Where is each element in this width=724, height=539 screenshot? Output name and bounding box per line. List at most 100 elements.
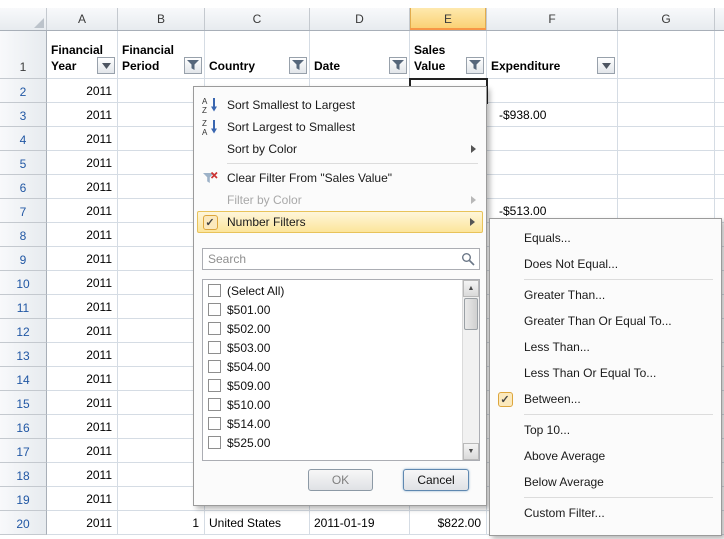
checkbox[interactable] [208, 360, 221, 373]
cell-A2[interactable]: 2011 [47, 79, 118, 103]
cell-A18[interactable]: 2011 [47, 463, 118, 487]
cell-B7[interactable] [118, 199, 205, 223]
row-header-17[interactable]: 17 [0, 439, 47, 463]
submenu-item-below-average[interactable]: Below Average [490, 469, 721, 495]
cell-G5[interactable] [618, 151, 715, 175]
submenu-item-does-not-equal[interactable]: Does Not Equal... [490, 251, 721, 277]
submenu-item-top-10[interactable]: Top 10... [490, 417, 721, 443]
header-cell-D[interactable]: Date [310, 31, 410, 79]
submenu-item-less-than[interactable]: Less Than... [490, 334, 721, 360]
submenu-item-above-average[interactable]: Above Average [490, 443, 721, 469]
header-cell-C[interactable]: Country [205, 31, 310, 79]
row-header-16[interactable]: 16 [0, 415, 47, 439]
cell-B12[interactable] [118, 319, 205, 343]
menu-item-filter-by-color[interactable]: Filter by Color [197, 189, 483, 211]
cell-A16[interactable]: 2011 [47, 415, 118, 439]
cell-B8[interactable] [118, 223, 205, 247]
row-header-15[interactable]: 15 [0, 391, 47, 415]
cell-A11[interactable]: 2011 [47, 295, 118, 319]
filter-list-item-514-00[interactable]: $514.00 [203, 414, 462, 433]
header-cell-A[interactable]: FinancialYear [47, 31, 118, 79]
cell-B19[interactable] [118, 487, 205, 511]
row-header-3[interactable]: 3 [0, 103, 47, 127]
checkbox[interactable] [208, 284, 221, 297]
filter-list-item-501-00[interactable]: $501.00 [203, 300, 462, 319]
checkbox[interactable] [208, 417, 221, 430]
column-header-D[interactable]: D [310, 8, 410, 30]
filter-dropdown-button[interactable] [597, 57, 615, 74]
cell-A17[interactable]: 2011 [47, 439, 118, 463]
filter-list-item-504-00[interactable]: $504.00 [203, 357, 462, 376]
cell-A6[interactable]: 2011 [47, 175, 118, 199]
cell-G2[interactable] [618, 79, 715, 103]
filter-list-item-525-00[interactable]: $525.00 [203, 433, 462, 452]
cell-A4[interactable]: 2011 [47, 127, 118, 151]
submenu-item-equals[interactable]: Equals... [490, 225, 721, 251]
column-header-B[interactable]: B [118, 8, 205, 30]
cell-A5[interactable]: 2011 [47, 151, 118, 175]
checkbox[interactable] [208, 379, 221, 392]
cell-A14[interactable]: 2011 [47, 367, 118, 391]
cell-D20[interactable]: 2011-01-19 [310, 511, 410, 535]
cell-B4[interactable] [118, 127, 205, 151]
cell-B2[interactable] [118, 79, 205, 103]
filter-funnel-button[interactable] [466, 57, 484, 74]
cell-C20[interactable]: United States [205, 511, 310, 535]
row-header-5[interactable]: 5 [0, 151, 47, 175]
scrollbar[interactable]: ▲ ▼ [462, 280, 479, 460]
row-header-19[interactable]: 19 [0, 487, 47, 511]
menu-item-sort-largest-to-smallest[interactable]: ZASort Largest to Smallest [197, 116, 483, 138]
row-header-6[interactable]: 6 [0, 175, 47, 199]
cell-F6[interactable] [487, 175, 618, 199]
row-header-2[interactable]: 2 [0, 79, 47, 103]
cell-F2[interactable] [487, 79, 618, 103]
cell-G3[interactable] [618, 103, 715, 127]
row-header-13[interactable]: 13 [0, 343, 47, 367]
cell-B17[interactable] [118, 439, 205, 463]
column-header-F[interactable]: F [487, 8, 618, 30]
submenu-item-between[interactable]: ✓Between... [490, 386, 721, 412]
column-header-G[interactable]: G [618, 8, 715, 30]
cell-A12[interactable]: 2011 [47, 319, 118, 343]
cell-A9[interactable]: 2011 [47, 247, 118, 271]
filter-funnel-button[interactable] [389, 57, 407, 74]
cell-B5[interactable] [118, 151, 205, 175]
checkbox[interactable] [208, 341, 221, 354]
cell-A3[interactable]: 2011 [47, 103, 118, 127]
cell-A13[interactable]: 2011 [47, 343, 118, 367]
cell-E20[interactable]: $822.00 [410, 511, 487, 535]
cell-B13[interactable] [118, 343, 205, 367]
search-input[interactable] [203, 252, 461, 266]
row-header-10[interactable]: 10 [0, 271, 47, 295]
ok-button[interactable]: OK [308, 469, 373, 491]
header-cell-F[interactable]: Expenditure [487, 31, 618, 79]
checkbox[interactable] [208, 398, 221, 411]
scroll-up-icon[interactable]: ▲ [463, 280, 479, 297]
header-cell-G[interactable] [618, 31, 715, 79]
filter-list-item-503-00[interactable]: $503.00 [203, 338, 462, 357]
scroll-down-icon[interactable]: ▼ [463, 443, 479, 460]
select-all-corner[interactable] [0, 8, 47, 30]
column-header-C[interactable]: C [205, 8, 310, 30]
row-header-18[interactable]: 18 [0, 463, 47, 487]
filter-funnel-button[interactable] [289, 57, 307, 74]
cell-B18[interactable] [118, 463, 205, 487]
checkbox[interactable] [208, 303, 221, 316]
row-header-8[interactable]: 8 [0, 223, 47, 247]
cell-B20[interactable]: 1 [118, 511, 205, 535]
menu-item-number-filters[interactable]: ✓Number Filters [197, 211, 483, 233]
filter-dropdown-button[interactable] [97, 57, 115, 74]
cell-G4[interactable] [618, 127, 715, 151]
cell-B3[interactable] [118, 103, 205, 127]
submenu-item-greater-than[interactable]: Greater Than... [490, 282, 721, 308]
cell-A20[interactable]: 2011 [47, 511, 118, 535]
submenu-item-greater-than-or-equal-to[interactable]: Greater Than Or Equal To... [490, 308, 721, 334]
submenu-item-less-than-or-equal-to[interactable]: Less Than Or Equal To... [490, 360, 721, 386]
filter-list-item-510-00[interactable]: $510.00 [203, 395, 462, 414]
submenu-item-custom-filter[interactable]: Custom Filter... [490, 500, 721, 526]
cancel-button[interactable]: Cancel [403, 469, 469, 491]
cell-B6[interactable] [118, 175, 205, 199]
row-header-20[interactable]: 20 [0, 511, 47, 535]
cell-A10[interactable]: 2011 [47, 271, 118, 295]
cell-A19[interactable]: 2011 [47, 487, 118, 511]
